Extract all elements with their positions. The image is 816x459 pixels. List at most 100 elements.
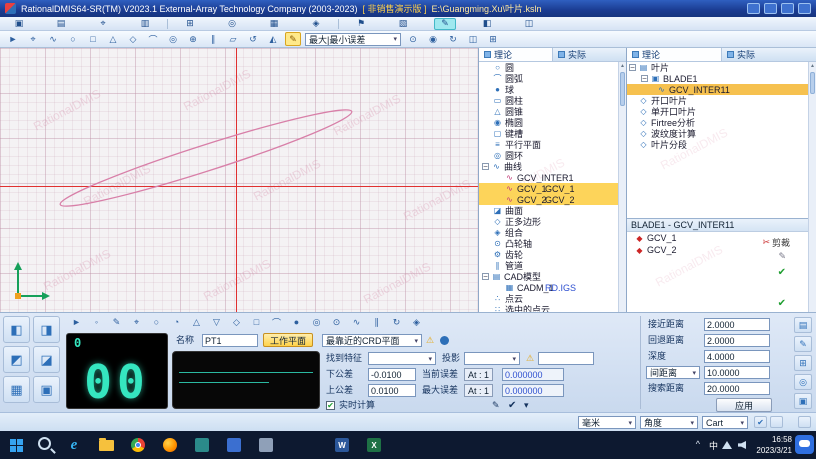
view-cube-icon-1[interactable]: ◧ (3, 316, 30, 343)
retract-distance-input[interactable] (704, 334, 770, 347)
collapse-icon[interactable]: − (482, 163, 489, 171)
status-icon-1[interactable]: ✔ (754, 416, 767, 428)
tree-item-curve-group[interactable]: − ∿ 曲线 (479, 161, 618, 172)
panel-icon-4[interactable]: ◎ (794, 374, 812, 390)
language-indicator[interactable]: 中 (709, 439, 718, 452)
titlebar-icon-1[interactable] (747, 3, 760, 14)
quick-icon-5[interactable]: ◔ (170, 316, 183, 329)
tree-item-gcv-2[interactable]: ∿ GCV_2 GCV_2 (479, 194, 618, 205)
work-plane-button[interactable]: 工作平面 (263, 333, 314, 347)
network-icon[interactable] (722, 441, 732, 449)
coord-system-combo[interactable]: Cart ▾ (702, 416, 748, 429)
status-icon-3[interactable] (798, 416, 811, 428)
taskbar-word-icon[interactable]: W (330, 433, 354, 457)
tree-item-torus[interactable]: ◎ 圆环 (479, 150, 618, 161)
tree-item-cone[interactable]: △ 圆锥 (479, 106, 618, 117)
confirm-check-icon[interactable]: ✔ (778, 267, 786, 278)
crd-plane-combo[interactable]: 最靠近的CRD平面 ▾ (322, 334, 422, 347)
scroll-up-icon[interactable]: ▲ (619, 62, 626, 70)
curve-tool-icon[interactable]: ∿ (45, 32, 61, 46)
panel-icon-2[interactable]: ✎ (794, 336, 812, 352)
trim-control[interactable]: ✂ 剪裁 (762, 236, 790, 249)
projection-value-input[interactable] (538, 352, 594, 365)
tree-item-camshaft[interactable]: ⊙ 凸轮轴 (479, 238, 618, 249)
taskbar-explorer-icon[interactable] (94, 433, 118, 457)
probe-rack-icon[interactable]: ▣ (33, 376, 60, 403)
quick-icon-17[interactable]: ◈ (410, 316, 423, 329)
tree-item-cylinder[interactable]: ▭ 圆柱 (479, 95, 618, 106)
scrollbar[interactable]: ▲ (808, 62, 816, 312)
approach-distance-input[interactable] (704, 318, 770, 331)
slot-tool-icon[interactable]: ▱ (225, 32, 241, 46)
unit-mm-combo[interactable]: 毫米 ▾ (578, 416, 636, 429)
target-tool-icon[interactable]: ⌖ (25, 32, 41, 46)
tab-actual[interactable]: 实际 (553, 48, 626, 61)
taskbar-app-icon-3[interactable] (254, 433, 278, 457)
quick-icon-16[interactable]: ↻ (390, 316, 403, 329)
taskbar-excel-icon[interactable]: X (362, 433, 386, 457)
volume-icon[interactable] (738, 441, 746, 449)
cone2-tool-icon[interactable]: ◭ (265, 32, 281, 46)
menu-icon-8[interactable]: ⚑ (350, 18, 372, 30)
menu-icon-5[interactable]: ◎ (221, 18, 243, 30)
quick-icon-10[interactable]: ⌒ (270, 316, 283, 329)
quick-icon-9[interactable]: □ (250, 316, 263, 329)
taskbar-app-icon-2[interactable] (222, 433, 246, 457)
quick-icon-7[interactable]: ▽ (210, 316, 223, 329)
tree-item-cad-model-group[interactable]: − ▤ CAD模型 (479, 271, 618, 282)
tree-item-arc[interactable]: ⌒ 圆弧 (479, 73, 618, 84)
tray-expand-icon[interactable]: ^ (696, 439, 700, 449)
graphics-viewport[interactable]: RationalDMIS RationalDMIS RationalDMIS R… (0, 48, 478, 312)
quick-icon-3[interactable]: ⌖ (130, 316, 143, 329)
circle-tool-icon[interactable]: ○ (65, 32, 81, 46)
tree-item-cadm-1[interactable]: ▦ CADM_1 RD.IGS (479, 282, 618, 293)
scroll-thumb[interactable] (620, 72, 625, 106)
more-icon[interactable]: ▾ (524, 399, 529, 412)
pointer-tool-icon[interactable]: ► (5, 32, 21, 46)
quick-icon-0[interactable]: ► (70, 316, 83, 329)
arc-tool-icon[interactable]: ⌒ (145, 32, 161, 46)
quick-icon-11[interactable]: ● (290, 316, 303, 329)
collapse-icon[interactable]: − (629, 64, 636, 72)
found-feature-combo[interactable]: ▾ (368, 352, 436, 365)
max-error-at[interactable]: At : 1 (464, 384, 494, 397)
titlebar-icon-2[interactable] (764, 3, 777, 14)
view-cube-icon-4[interactable]: ◪ (33, 346, 60, 373)
depth-input[interactable] (704, 350, 770, 363)
spacing-input[interactable] (704, 366, 770, 379)
quick-icon-13[interactable]: ⊙ (330, 316, 343, 329)
menu-icon-7[interactable]: ◈ (305, 18, 327, 30)
blade-profile-curve[interactable] (0, 48, 478, 312)
cone-tool-icon[interactable]: △ (105, 32, 121, 46)
error-mode-combo[interactable]: 最大|最小误差 ▾ (305, 32, 401, 46)
tree-item-gcv-inter1[interactable]: ∿ GCV_INTER1 (479, 172, 618, 183)
ellipse-tool-icon[interactable]: ◉ (425, 32, 441, 46)
panel-icon-3[interactable]: ⊞ (794, 355, 812, 371)
search-distance-input[interactable] (704, 382, 770, 395)
probe-tool-icon[interactable]: ⊙ (405, 32, 421, 46)
info-icon[interactable] (440, 336, 449, 345)
quick-icon-1[interactable]: ◦ (90, 316, 103, 329)
view-cube-icon-2[interactable]: ◨ (33, 316, 60, 343)
menu-icon-3[interactable]: ▥ (134, 18, 156, 30)
taskbar-firefox-icon[interactable] (158, 433, 182, 457)
edit-icon[interactable]: ✎ (492, 399, 500, 412)
collapse-icon[interactable]: − (641, 75, 648, 83)
tree-item-slot[interactable]: ▢ 键槽 (479, 128, 618, 139)
scroll-thumb[interactable] (810, 72, 815, 94)
panel-icon-1[interactable]: ▤ (794, 317, 812, 333)
taskbar-edge-icon[interactable]: e (62, 433, 86, 457)
apply-button[interactable]: 应用 (716, 398, 772, 412)
tree-item-gear[interactable]: ⚙ 齿轮 (479, 249, 618, 260)
realtime-checkbox[interactable]: ✔ (326, 401, 335, 410)
name-input[interactable] (202, 334, 258, 347)
scrollbar[interactable]: ▲ (618, 62, 626, 312)
menu-icon-1[interactable]: ▤ (50, 18, 72, 30)
spacing-combo[interactable]: 间距离 ▾ (646, 366, 700, 379)
titlebar-icon-3[interactable] (781, 3, 794, 14)
refresh-tool-icon[interactable]: ↻ (445, 32, 461, 46)
upper-tolerance-input[interactable] (368, 384, 416, 397)
menu-icon-0[interactable]: ▣ (8, 18, 30, 30)
projection-combo[interactable]: ▾ (464, 352, 520, 365)
tree-item-surface[interactable]: ◪ 曲面 (479, 205, 618, 216)
